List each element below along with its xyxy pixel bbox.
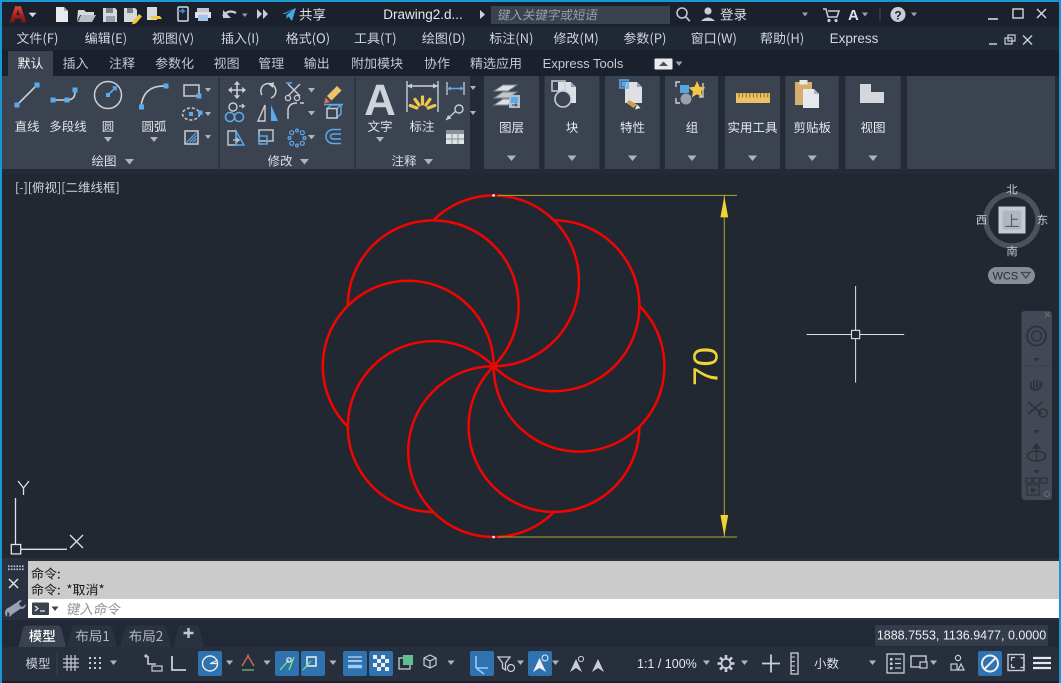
svg-text:Drawing2.d...: Drawing2.d...: [383, 7, 463, 22]
svg-text:Express Tools: Express Tools: [543, 56, 624, 71]
svg-text:1888.7553, 1136.9477, 0.0000: 1888.7553, 1136.9477, 0.0000: [877, 629, 1046, 643]
svg-text:1:1 / 100%: 1:1 / 100%: [637, 657, 697, 671]
svg-text:?: ?: [894, 9, 901, 23]
svg-text:A: A: [848, 7, 859, 24]
svg-text:WCS: WCS: [993, 271, 1019, 283]
svg-text:Express: Express: [830, 31, 879, 46]
